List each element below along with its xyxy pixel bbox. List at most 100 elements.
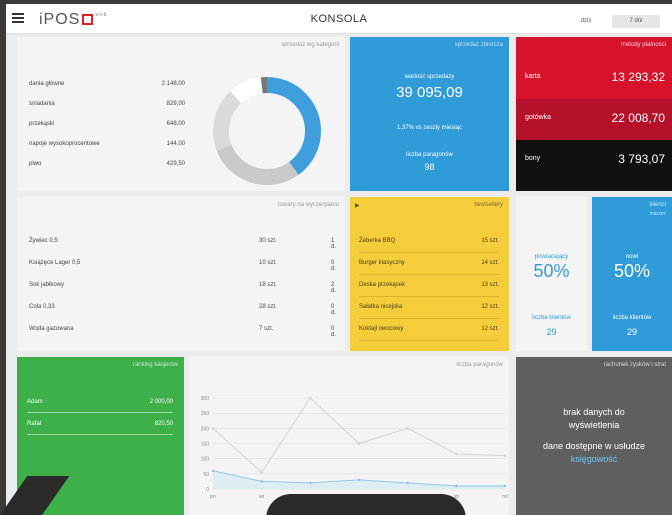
cashier-row: Rafał 820,50 [27,413,173,435]
tile-title: towary na wyczerpaniu [277,202,339,208]
product-name: Książęce Lager 0,5 [29,260,81,266]
data-point [309,396,312,400]
sales-summary-tile: sprzedaż zbiorcza wartość sprzedaży 39 0… [350,37,509,191]
cashier-name: Rafał [27,421,42,427]
category-value: 144,00 [166,141,185,147]
data-point [503,484,507,488]
accounting-link[interactable]: księgowość [516,454,672,464]
top-bar: iPOS web KONSOLA dziś 7 dni [6,4,672,34]
dashboard-screen: iPOS web KONSOLA dziś 7 dni sprzedaż wg k… [6,4,672,515]
low-stock-row: Woda gazowana 7 szt. 0 d. [29,326,336,338]
cashier-value: 820,50 [154,421,173,427]
bestseller-qty: 13 szt. [481,282,499,288]
cashier-row: Adam 2 000,00 [27,391,173,413]
payment-name: gotówka [525,114,552,121]
data-point [406,427,409,430]
bestseller-name: Deska przekąsek [359,282,406,288]
category-value: 2 148,00 [161,81,185,87]
product-name: Żywiec 0,5 [29,238,58,244]
cashier-value: 2 000,00 [149,399,173,405]
new-count-label: liczba klientów [612,315,652,321]
payment-name: bony [525,155,541,162]
data-point [503,454,507,457]
product-days: 2 d. [331,282,337,294]
payments-tile: metody płatności karta 13 293,32 gotówka 22… [516,37,672,191]
receipts-count: 98 [424,162,435,172]
payment-name: karta [525,73,541,80]
range-today-button[interactable]: dziś [566,15,606,28]
tile-title: ranking kasjerów [132,362,178,368]
category-row: napoje wysokoprocentowe 144,00 [29,141,185,147]
data-point [211,427,215,430]
data-point [211,469,215,473]
y-tick-label: 250 [201,411,210,417]
cashier-name: Adam [27,399,43,405]
range-week-button[interactable]: 7 dni [612,15,660,28]
category-row: piwo 429,50 [29,161,185,167]
receipts-label: liczba paragonów [406,152,453,158]
category-name: napoje wysokoprocentowe [29,141,100,147]
sales-value: 39 095,09 [396,84,463,101]
no-data-line-1: brak danych do [563,407,625,417]
x-tick-label: pn [210,494,216,500]
categories-tile: sprzedaż wg kategorii dania główne 2 148,… [17,37,345,191]
bestseller-qty: 12 szt. [481,304,499,310]
expand-arrow-icon[interactable]: ▶ [355,202,360,209]
tile-title: rachunek zysków i strat [603,362,666,368]
product-days: 0 d. [331,304,337,316]
category-value: 829,00 [166,101,185,107]
phone-edge [266,494,466,515]
product-name: Woda gazowana [29,326,74,332]
category-name: przekąski [29,121,55,127]
category-value: 648,00 [166,121,185,127]
data-point [357,478,361,482]
receipts-chart-tile: liczba paragonów 050100150200250300pnwtś… [189,357,509,515]
returning-label: powracający [534,254,569,260]
y-tick-label: 50 [203,472,209,478]
y-tick-label: 200 [201,426,210,432]
payment-row: gotówka 22 008,70 [516,99,672,140]
data-point [455,452,458,456]
data-point [406,481,409,485]
product-name: Sok jabłkowy [29,282,65,288]
category-name: piwo [29,161,42,167]
bestseller-row: Sałatka nicejska 12 szt. [359,296,499,319]
new-label: nowi [625,254,639,260]
low-stock-row: Książęce Lager 0,5 10 szt. 0 d. [29,260,336,272]
y-tick-label: 300 [201,396,210,402]
tile-title: bestsellery [474,202,503,208]
bestseller-qty: 12 szt. [481,326,499,332]
product-days: 1 d. [331,238,337,250]
data-available-text: dane dostępne w usłudze [542,441,646,451]
product-qty: 28 szt. [259,304,277,310]
returning-clients-tile: powracający 50% liczba klientów 29 [516,197,587,351]
low-stock-row: Żywiec 0,5 30 szt. 1 d. [29,238,336,250]
returning-count-label: liczba klientów [532,315,571,321]
bestseller-name: Burger klasyczny [359,260,405,266]
tile-title: sprzedaż zbiorcza [454,42,503,48]
data-point [309,481,312,485]
x-tick-label: nd [502,494,508,500]
category-value: 429,50 [166,161,185,167]
x-tick-label: wt [259,494,265,500]
receipts-line-chart: 050100150200250300pnwtśrczwptsbnd [201,396,508,500]
clients-subtitle: marzec [649,211,666,217]
payment-row: bony 3 793,07 [516,140,672,191]
payment-value: 3 793,07 [618,152,665,166]
payment-row: karta 13 293,32 [516,58,672,99]
bestseller-row: Burger klasyczny 14 szt. [359,252,499,275]
new-count: 29 [626,327,637,337]
sales-compare: 1,37% vs zeszły miesiąc [396,125,463,131]
payment-value: 13 293,32 [611,70,665,84]
new-percent: 50% [613,261,651,281]
category-row: przekąski 648,00 [29,121,185,127]
low-stock-row: Cola 0,33 28 szt. 0 d. [29,304,336,316]
bestsellers-tile: ▶ bestsellery Żeberka BBQ 15 szt. Burger k… [350,197,509,351]
tile-title: metody płatności [620,42,666,48]
bestseller-qty: 14 szt. [481,260,499,266]
y-tick-label: 0 [206,487,209,493]
category-row: śniadania 829,00 [29,101,185,107]
product-qty: 7 szt. [259,326,274,332]
tile-title: sprzedaż wg kategorii [280,42,339,48]
returning-count: 29 [546,327,557,337]
